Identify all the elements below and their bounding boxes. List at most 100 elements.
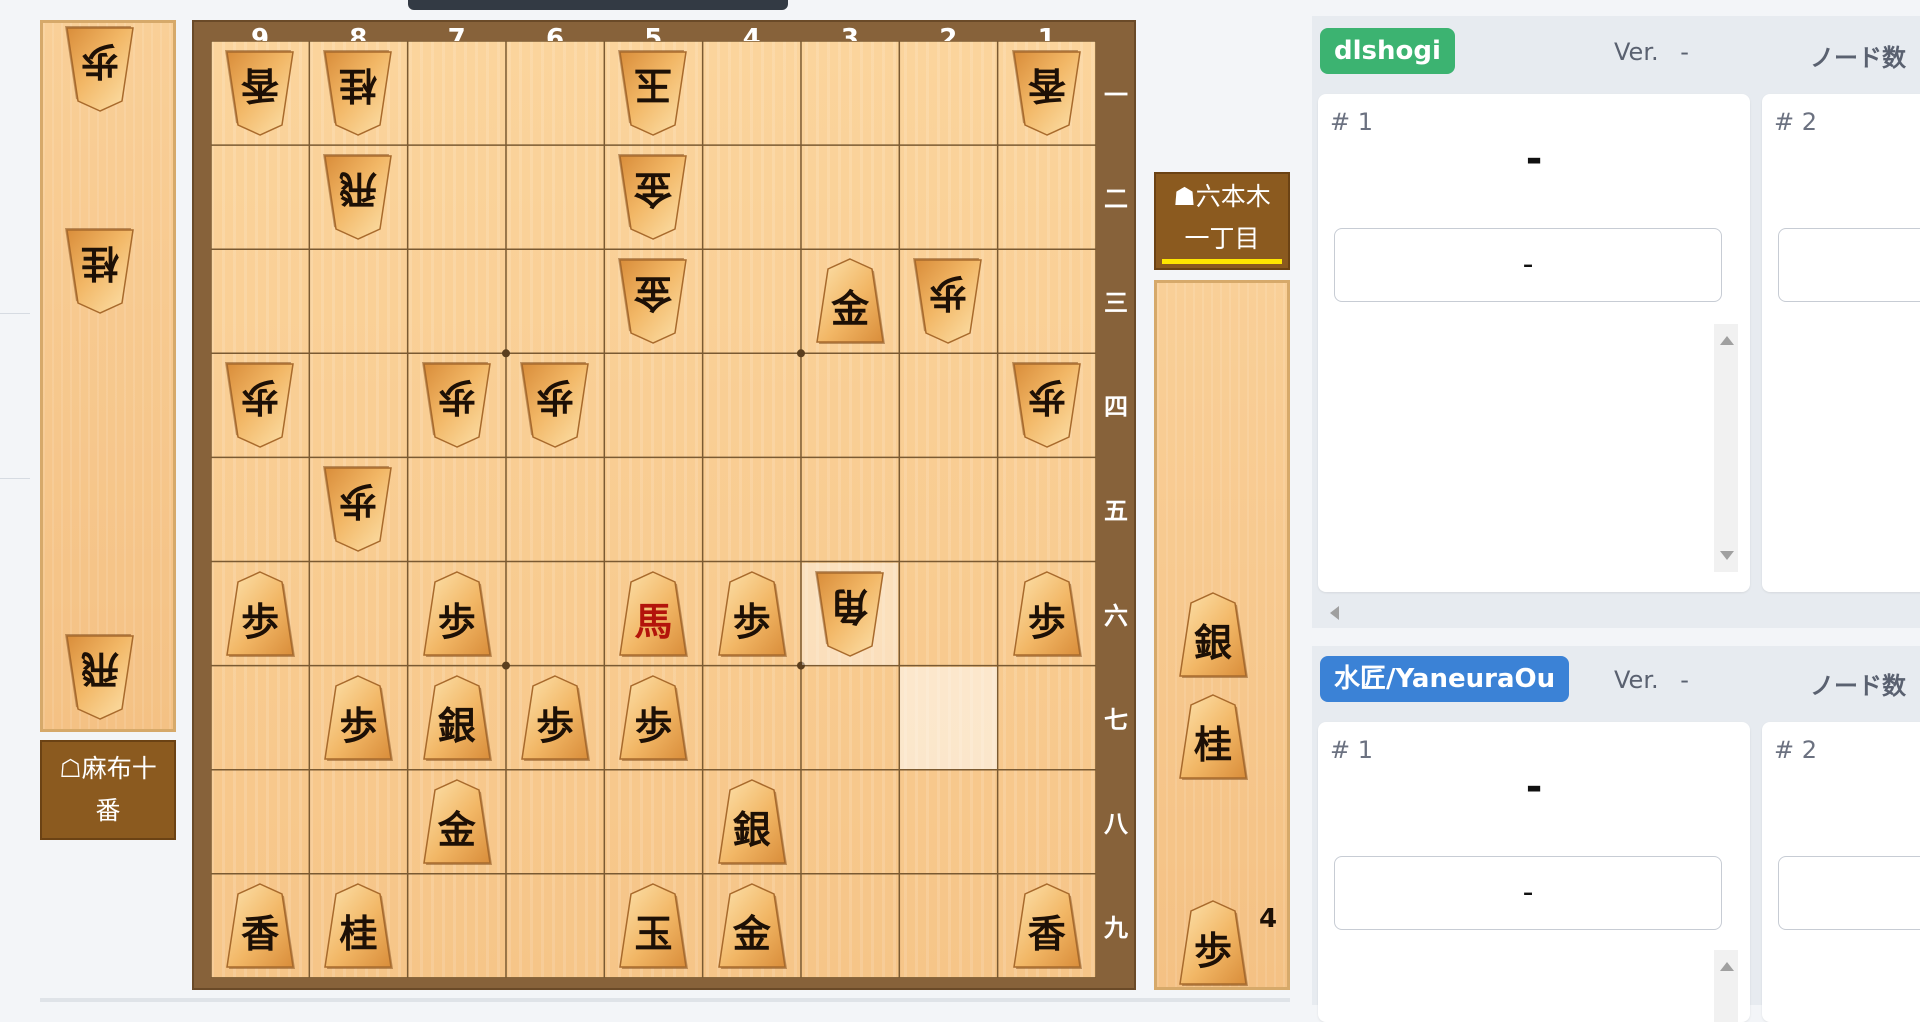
- gote-piece[interactable]: 飛: [318, 152, 398, 242]
- toolbar-segment[interactable]: [408, 0, 788, 10]
- rank-label: 七: [1104, 704, 1128, 734]
- piece-label: 金: [634, 271, 673, 317]
- gote-piece[interactable]: 金: [613, 152, 693, 242]
- pv-best-move: [1778, 856, 1920, 930]
- pv-card-2: # 2: [1762, 722, 1920, 1022]
- piece-label: 歩: [81, 39, 120, 84]
- piece-label: 玉: [634, 910, 673, 956]
- sente-piece[interactable]: 歩: [417, 569, 497, 659]
- piece-label: 歩: [929, 271, 968, 317]
- gote-piece[interactable]: 歩: [1007, 360, 1087, 450]
- piece-label: 歩: [536, 702, 575, 748]
- sente-piece[interactable]: 歩: [318, 673, 398, 763]
- rank-label: 三: [1104, 288, 1128, 318]
- engine-section-2: 水匠/YaneuraOu Ver. - ノード数 # 1 - - # 2: [1312, 646, 1920, 1022]
- piece-label: 金: [831, 286, 870, 332]
- sente-piece[interactable]: 歩: [220, 569, 300, 659]
- sente-hand-piece[interactable]: 歩: [1173, 898, 1253, 988]
- scroll-up-arrow-icon[interactable]: [1720, 962, 1734, 971]
- hand-piece-count: 4: [1259, 904, 1278, 934]
- piece-label: 歩: [339, 479, 378, 525]
- sente-piece[interactable]: 金: [810, 256, 890, 346]
- sente-player-name-line1: ☗六本木: [1173, 182, 1271, 211]
- gote-player-name-line1: ☖麻布十: [59, 754, 157, 783]
- piece-label: 桂: [339, 910, 378, 956]
- gote-player-nameplate: ☖麻布十 番: [40, 740, 176, 840]
- piece-label: 飛: [81, 647, 120, 692]
- sente-piece[interactable]: 香: [220, 881, 300, 971]
- rank-label: 九: [1104, 912, 1128, 942]
- gote-piece-stand[interactable]: [40, 20, 176, 732]
- sente-player-name-line2: 一丁目: [1184, 224, 1260, 253]
- sente-piece[interactable]: 馬: [613, 569, 693, 659]
- piece-label: 歩: [437, 598, 476, 644]
- piece-label: 歩: [339, 702, 378, 748]
- star-point: [796, 349, 805, 358]
- sente-piece[interactable]: 香: [1007, 881, 1087, 971]
- divider: [0, 313, 30, 314]
- piece-label: 歩: [536, 375, 575, 421]
- gote-piece[interactable]: 歩: [908, 256, 988, 346]
- version-value: -: [1680, 38, 1689, 66]
- sente-piece[interactable]: 歩: [712, 569, 792, 659]
- gote-piece[interactable]: 香: [1007, 48, 1087, 138]
- piece-label: 金: [732, 910, 771, 956]
- gote-piece[interactable]: 歩: [318, 464, 398, 554]
- piece-label: 銀: [732, 806, 771, 852]
- sente-piece[interactable]: 銀: [712, 777, 792, 867]
- gote-player-name-line2: 番: [95, 796, 121, 825]
- pv-card-1: # 1 - -: [1318, 94, 1750, 592]
- sente-piece[interactable]: 玉: [613, 881, 693, 971]
- engine-version-label: Ver. -: [1614, 38, 1689, 66]
- pv-evaluation: -: [1525, 764, 1543, 810]
- pv-evaluation: -: [1525, 136, 1543, 182]
- piece-label: 歩: [241, 375, 280, 421]
- gote-hand-piece[interactable]: 歩: [60, 24, 140, 114]
- piece-label: 桂: [339, 63, 378, 109]
- scroll-down-arrow-icon[interactable]: [1720, 551, 1734, 560]
- sente-piece[interactable]: 歩: [515, 673, 595, 763]
- sente-piece[interactable]: 金: [417, 777, 497, 867]
- gote-piece[interactable]: 歩: [515, 360, 595, 450]
- gote-piece[interactable]: 歩: [220, 360, 300, 450]
- sente-hand-piece[interactable]: 銀: [1173, 590, 1253, 680]
- gote-hand-piece[interactable]: 桂: [60, 226, 140, 316]
- turn-indicator: [1162, 259, 1282, 264]
- rank-label: 五: [1104, 496, 1128, 526]
- rank-label: 一: [1104, 80, 1128, 109]
- pv-best-move: -: [1334, 228, 1722, 302]
- piece-label: 桂: [1193, 722, 1232, 767]
- pv-scrollbar[interactable]: [1714, 950, 1738, 1022]
- gote-piece[interactable]: 玉: [613, 48, 693, 138]
- sente-piece[interactable]: 金: [712, 881, 792, 971]
- scroll-up-arrow-icon[interactable]: [1720, 336, 1734, 345]
- version-label: Ver.: [1614, 38, 1659, 66]
- piece-label: 香: [241, 910, 280, 956]
- pv-best-move: -: [1334, 856, 1722, 930]
- engine-name-badge: 水匠/YaneuraOu: [1320, 656, 1570, 702]
- sente-piece[interactable]: 銀: [417, 673, 497, 763]
- gote-hand-piece[interactable]: 飛: [60, 632, 140, 722]
- piece-label: 桂: [81, 241, 120, 286]
- piece-label: 銀: [437, 702, 476, 748]
- piece-label: 金: [437, 806, 476, 852]
- sente-hand-piece[interactable]: 桂: [1173, 692, 1253, 782]
- pv-scrollbar[interactable]: [1714, 324, 1738, 572]
- gote-piece[interactable]: 金: [613, 256, 693, 346]
- gote-piece[interactable]: 歩: [417, 360, 497, 450]
- gote-piece[interactable]: 角: [810, 569, 890, 659]
- pv-best-move: [1778, 228, 1920, 302]
- sente-piece[interactable]: 歩: [613, 673, 693, 763]
- divider: [0, 478, 30, 479]
- piece-label: 金: [634, 167, 673, 213]
- sente-player-nameplate: ☗六本木 一丁目: [1154, 172, 1290, 270]
- gote-piece[interactable]: 香: [220, 48, 300, 138]
- sente-piece[interactable]: 歩: [1007, 569, 1087, 659]
- version-value: -: [1680, 666, 1689, 694]
- piece-label: 歩: [634, 702, 673, 748]
- sente-piece[interactable]: 桂: [318, 881, 398, 971]
- gote-piece[interactable]: 桂: [318, 48, 398, 138]
- scroll-left-arrow-icon[interactable]: [1330, 606, 1339, 620]
- piece-label: 香: [241, 63, 280, 109]
- version-label: Ver.: [1614, 666, 1659, 694]
